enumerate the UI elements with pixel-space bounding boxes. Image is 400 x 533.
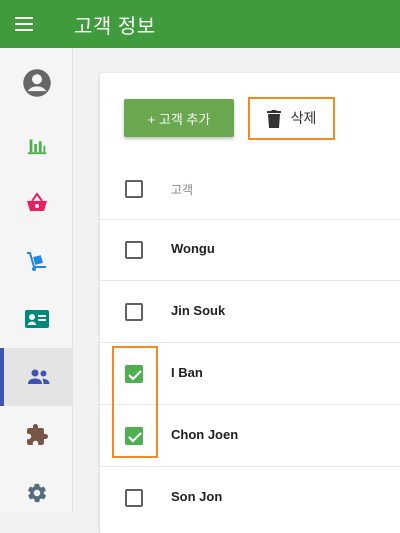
hamburger-icon <box>15 17 33 31</box>
table-row[interactable]: Chon Joen <box>100 405 400 467</box>
bar-chart-icon <box>27 139 46 155</box>
column-header-customer: 고객 <box>171 183 194 197</box>
table-row[interactable]: I Ban <box>100 343 400 405</box>
sidebar-item-delivery[interactable] <box>0 232 73 290</box>
sidebar-item-contacts[interactable] <box>0 290 73 348</box>
select-all-checkbox[interactable] <box>125 180 143 198</box>
sidebar <box>0 48 73 512</box>
hand-truck-icon <box>26 252 46 271</box>
trash-icon <box>266 109 281 128</box>
sidebar-item-dashboard[interactable] <box>0 116 73 174</box>
checkmark-icon <box>128 432 142 443</box>
app-bar: 고객 정보 <box>0 0 400 48</box>
sidebar-item-account[interactable] <box>0 54 73 112</box>
account-circle-icon <box>22 69 51 97</box>
menu-button[interactable] <box>0 0 48 48</box>
customer-name: Jin Souk <box>171 303 226 318</box>
table-row[interactable]: Son Jon <box>100 467 400 512</box>
gear-icon <box>27 483 46 503</box>
sidebar-item-settings[interactable] <box>0 464 73 522</box>
people-icon <box>27 369 49 384</box>
shopping-basket-icon <box>26 192 47 211</box>
customer-name: Wongu <box>171 241 215 256</box>
delete-button[interactable]: 삭제 <box>248 97 335 140</box>
row-checkbox-checked[interactable] <box>125 427 143 445</box>
table-header: 고객 <box>100 158 400 220</box>
sidebar-item-orders[interactable] <box>0 174 73 232</box>
puzzle-icon <box>26 424 48 445</box>
checkmark-icon <box>128 370 142 381</box>
contact-card-icon <box>24 310 49 328</box>
table-row[interactable]: Jin Souk <box>100 281 400 343</box>
row-checkbox[interactable] <box>125 303 143 321</box>
customer-name: Son Jon <box>171 489 223 504</box>
page-title: 고객 정보 <box>74 15 156 38</box>
add-customer-button[interactable]: + 고객 추가 <box>124 99 234 137</box>
row-checkbox-checked[interactable] <box>125 365 143 383</box>
sidebar-item-extensions[interactable] <box>0 406 73 464</box>
sidebar-item-customers[interactable] <box>0 348 73 406</box>
customer-name: I Ban <box>171 365 203 380</box>
row-checkbox[interactable] <box>125 489 143 507</box>
customer-name: Chon Joen <box>171 427 239 442</box>
delete-label: 삭제 <box>290 109 317 126</box>
row-checkbox[interactable] <box>125 241 143 259</box>
table-row[interactable]: Wongu <box>100 219 400 281</box>
